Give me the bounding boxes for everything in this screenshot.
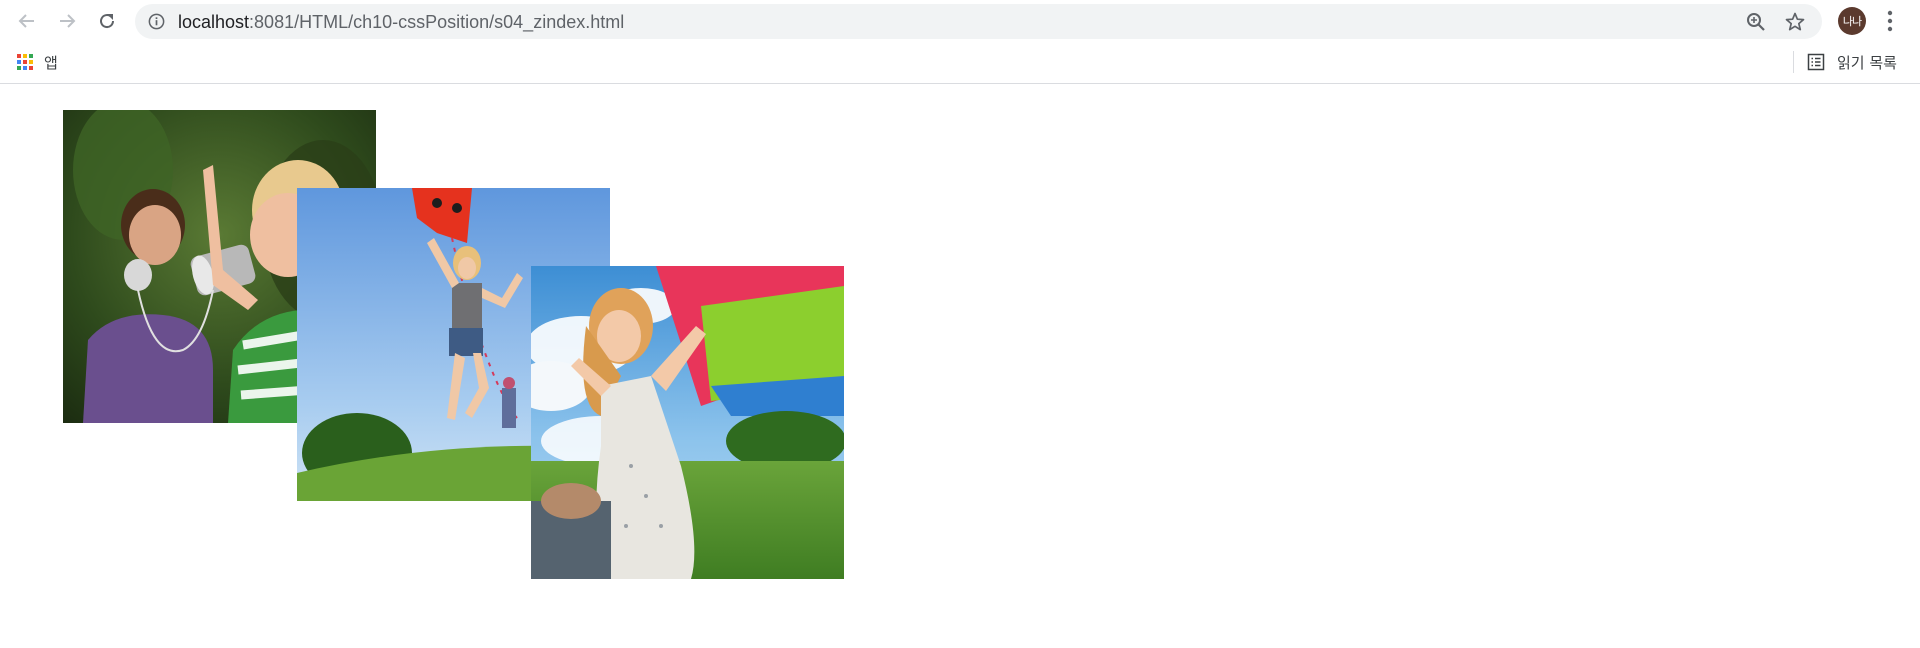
profile-initials: 나나 <box>1842 15 1862 28</box>
apps-button[interactable]: 앱 <box>16 51 58 73</box>
star-icon[interactable] <box>1784 11 1806 33</box>
reading-list-button[interactable]: 읽기 목록 <box>1807 51 1897 73</box>
reload-icon <box>100 14 115 29</box>
page-content <box>0 84 1920 648</box>
apps-grid-icon <box>17 54 33 70</box>
photo-girl-with-kite-image <box>531 266 844 579</box>
browser-toolbar: localhost:8081/HTML/ch10-cssPosition/s04… <box>0 0 1920 42</box>
url-host: localhost <box>178 12 250 32</box>
zoom-in-icon[interactable] <box>1745 11 1767 33</box>
url-path: :8081/HTML/ch10-cssPosition/s04_zindex.h… <box>249 12 625 32</box>
apps-label: 앱 <box>44 53 58 72</box>
forward-button[interactable] <box>52 6 82 36</box>
reading-list-label: 읽기 목록 <box>1837 53 1897 72</box>
url-text[interactable]: localhost:8081/HTML/ch10-cssPosition/s04… <box>178 13 624 31</box>
profile-avatar[interactable]: 나나 <box>1838 7 1866 35</box>
arrow-right-icon <box>60 14 76 28</box>
bookmarks-bar: 앱 읽기 목록 <box>0 42 1920 84</box>
reading-list-icon <box>1807 53 1825 71</box>
back-button[interactable] <box>12 6 42 36</box>
arrow-left-icon <box>18 14 34 28</box>
bookmarks-divider <box>1793 51 1794 73</box>
reload-button[interactable] <box>92 6 122 36</box>
photo-girl-with-kite <box>531 266 844 579</box>
info-circle-icon[interactable] <box>147 12 166 31</box>
vertical-dots-icon[interactable] <box>1878 8 1902 34</box>
address-bar[interactable]: localhost:8081/HTML/ch10-cssPosition/s04… <box>135 4 1822 39</box>
